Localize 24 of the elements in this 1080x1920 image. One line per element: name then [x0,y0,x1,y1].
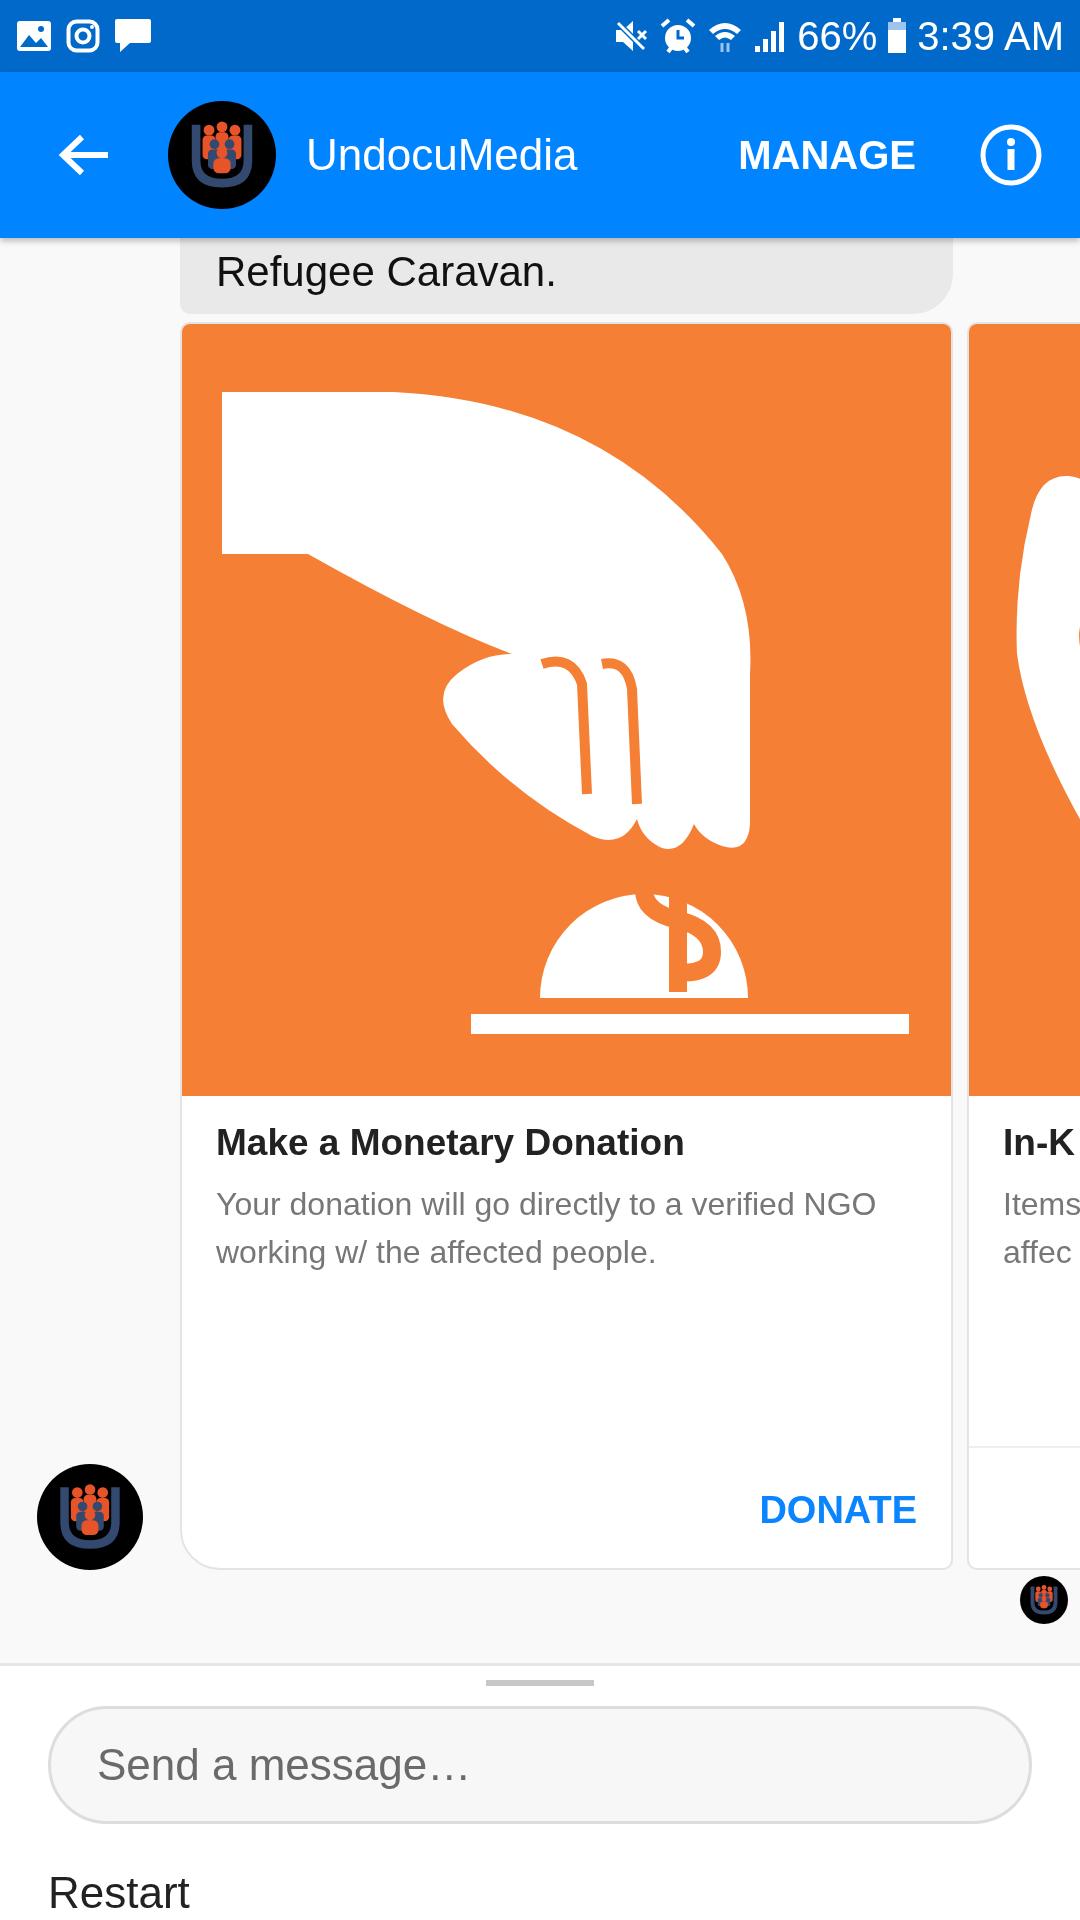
message-input[interactable]: Send a message… [48,1706,1032,1824]
donate-button[interactable]: DONATE [759,1480,917,1540]
card-description: Items affec [1003,1185,1080,1272]
restart-button[interactable]: Restart [48,1868,190,1918]
mute-icon [613,18,650,54]
info-button[interactable] [980,124,1042,186]
alarm-icon [659,17,698,55]
camera-icon [66,19,100,53]
manage-button[interactable]: MANAGE [738,132,916,178]
card-description: Your donation will go directly to a verified NGO working w/ the affected people. [216,1185,878,1272]
gallery-icon [16,20,52,52]
chat-icon [114,18,152,54]
message-bubble: Refugee Caravan. [180,238,953,314]
chat-title: UndocuMedia [306,130,578,180]
card-title: In-K [1003,1122,1076,1164]
avatar-icon [168,101,276,209]
clock-time: 3:39 AM [917,13,1064,59]
battery-percent: 66% [797,13,878,59]
avatar-icon [37,1464,143,1570]
read-receipt-icon [1020,1576,1068,1624]
battery-icon [887,18,908,54]
card-title: Make a Monetary Donation [216,1122,686,1164]
back-button[interactable] [58,133,110,177]
drag-handle[interactable] [486,1680,594,1686]
